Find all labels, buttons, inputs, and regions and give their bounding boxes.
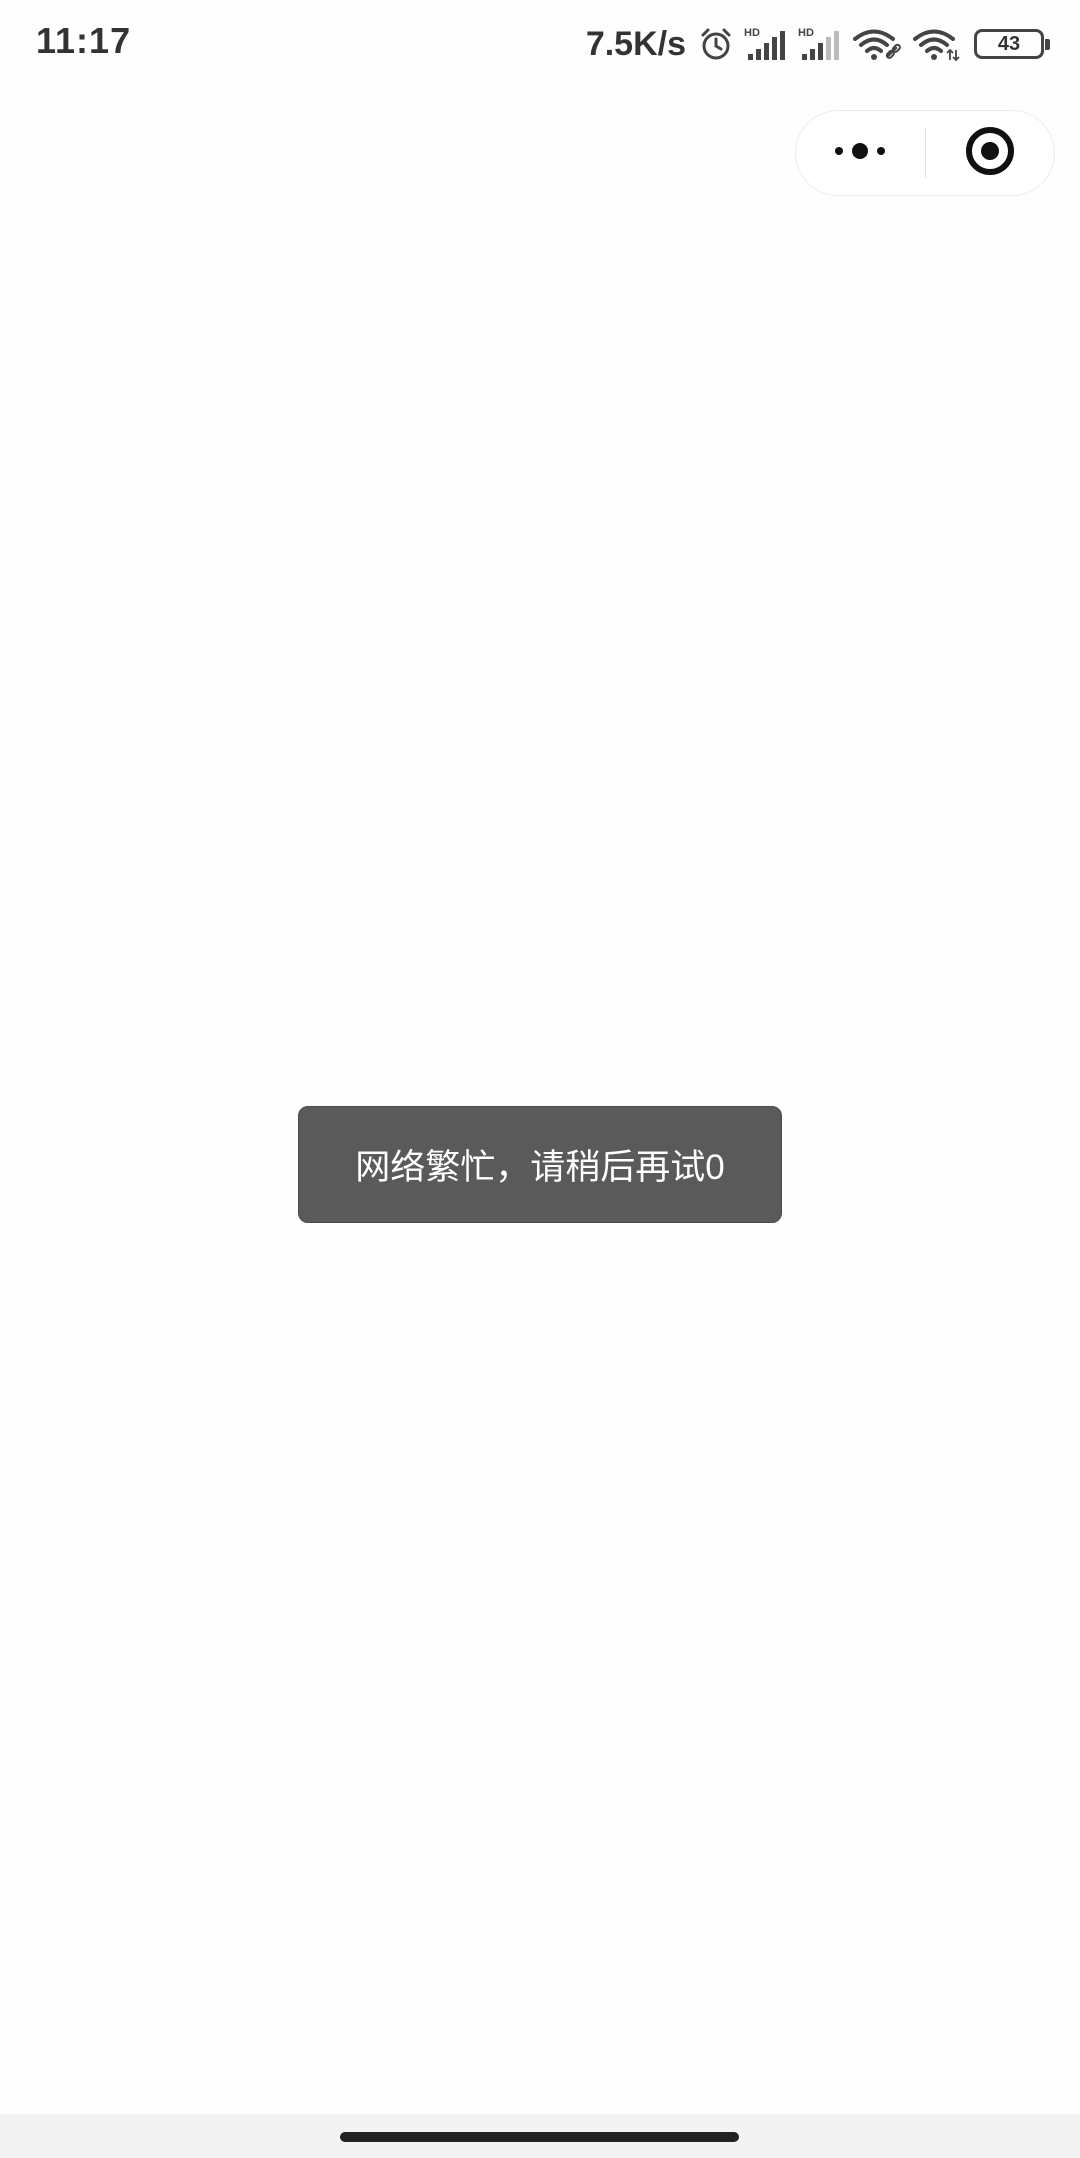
toast: 网络繁忙，请稍后再试0 xyxy=(298,1106,782,1223)
battery-level: 43 xyxy=(997,33,1021,55)
battery-icon: 43 xyxy=(974,29,1050,59)
svg-text:HD: HD xyxy=(798,27,814,39)
more-dots-icon xyxy=(833,141,887,166)
svg-text:HD: HD xyxy=(744,27,760,39)
toast-message: 网络繁忙，请稍后再试0 xyxy=(355,1148,725,1187)
status-indicators: 7.5K/s HD HD 43 xyxy=(585,18,1050,70)
wifi-link-icon xyxy=(852,26,902,62)
app-screen: 11:17 7.5K/s HD HD 43 网络繁忙，请稍后再试0 xyxy=(0,0,1080,2158)
alarm-icon xyxy=(698,26,734,62)
signal-hd-icon: HD xyxy=(798,26,842,62)
more-button[interactable] xyxy=(796,111,925,195)
status-bar: 11:17 7.5K/s HD HD 43 xyxy=(0,0,1080,90)
network-speed: 7.5K/s xyxy=(585,24,686,63)
miniprogram-capsule xyxy=(795,110,1055,196)
signal-hd-icon: HD xyxy=(744,26,788,62)
close-miniprogram-button[interactable] xyxy=(926,111,1055,195)
navigation-bar xyxy=(0,2114,1080,2158)
close-target-icon xyxy=(964,125,1016,182)
status-time: 11:17 xyxy=(36,20,132,61)
wifi-icon xyxy=(912,26,960,62)
home-indicator[interactable] xyxy=(340,2132,739,2142)
